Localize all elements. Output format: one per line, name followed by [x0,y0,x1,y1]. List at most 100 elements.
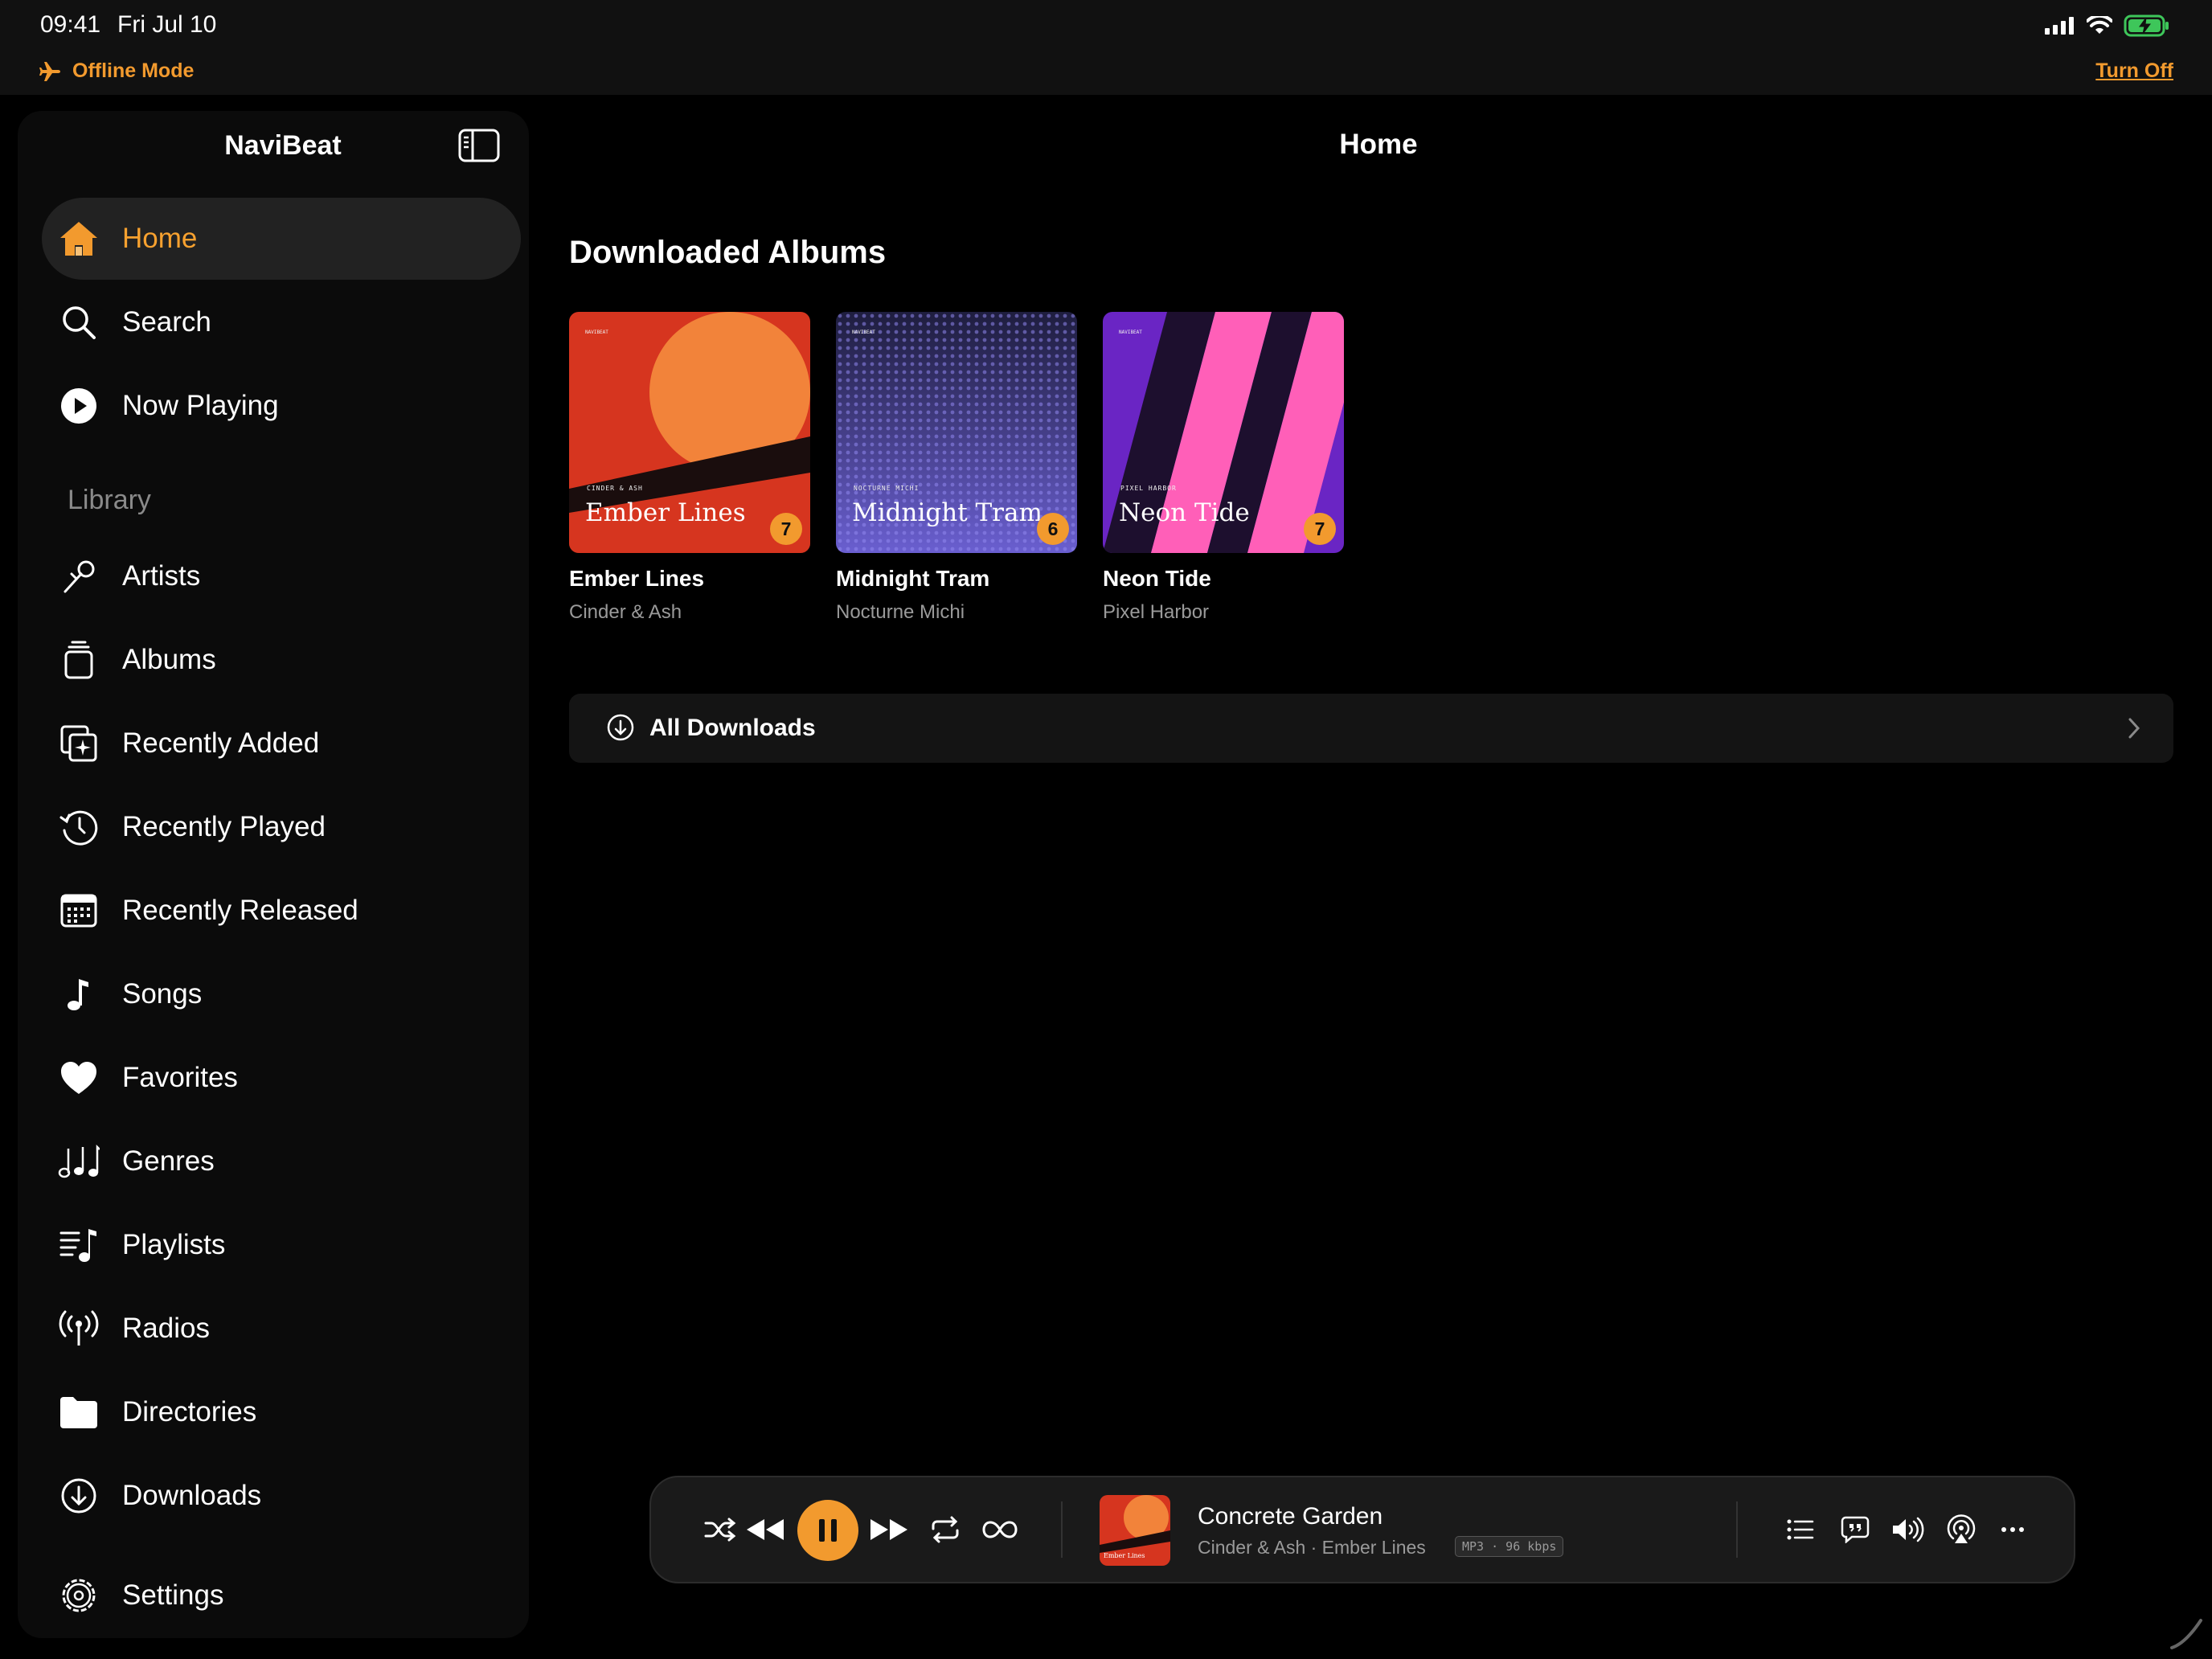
sidebar-item-label: Recently Played [122,811,326,842]
sidebar-toggle-icon[interactable] [458,129,500,162]
pause-icon [819,1519,837,1542]
sidebar-item-label: Directories [122,1396,257,1428]
now-playing-cover[interactable]: Ember Lines [1100,1495,1170,1566]
repeat-icon [932,1516,959,1543]
sidebar-item-label: Recently Released [122,895,358,926]
sidebar-item-downloads[interactable]: Downloads [42,1455,521,1537]
sidebar-item-home[interactable]: Home [42,198,521,280]
sidebar-item-recently-added[interactable]: Recently Added [42,703,521,784]
cover-artist-text: NOCTURNE MICHI [854,485,920,492]
microphone-icon [56,554,101,599]
sidebar-item-playlists[interactable]: Playlists [42,1204,521,1286]
sidebar-item-settings[interactable]: Settings [42,1555,521,1636]
cellular-signal-icon [2045,17,2074,35]
history-clock-icon [56,805,101,850]
album-card-neon-tide[interactable]: NAVIBEAT PIXEL HARBOR Neon Tide 7 Neon T… [1103,312,1344,624]
fast-forward-icon [870,1519,907,1540]
library-heading: Library [68,485,151,515]
play-circle-icon [56,383,101,428]
all-downloads-row[interactable]: All Downloads [569,694,2173,763]
sidebar-item-radios[interactable]: Radios [42,1288,521,1370]
heart-icon [56,1055,101,1100]
album-artist: Nocturne Michi [836,601,965,623]
battery-charging-icon [2124,14,2169,37]
shuffle-button[interactable] [694,1504,746,1555]
volume-button[interactable] [1882,1504,1934,1555]
sparkle-square-icon [56,721,101,766]
sidebar-item-genres[interactable]: Genres [42,1120,521,1202]
album-card-ember-lines[interactable]: NAVIBEAT CINDER & ASH Ember Lines 7 Embe… [569,312,810,624]
airplay-audio-icon [1947,1514,1976,1543]
sidebar-item-artists[interactable]: Artists [42,535,521,617]
cover-artist-text: PIXEL HARBOR [1120,485,1177,492]
cover-title-text: Ember Lines [585,498,746,527]
sidebar-item-label: Artists [122,560,201,592]
folder-icon [56,1390,101,1435]
sidebar-item-label: Genres [122,1145,215,1177]
sidebar-item-label: Downloads [122,1480,262,1511]
album-artist: Cinder & Ash [569,601,682,623]
track-count-badge: 7 [1304,513,1336,545]
next-button[interactable] [863,1504,915,1555]
turn-off-offline-link[interactable]: Turn Off [2095,59,2173,83]
sidebar-item-favorites[interactable]: Favorites [42,1037,521,1119]
album-stack-icon [56,637,101,682]
track-count-badge: 7 [770,513,802,545]
track-subtitle: Cinder & Ash · Ember Lines [1198,1537,1426,1558]
previous-button[interactable] [739,1504,791,1555]
infinite-play-button[interactable] [974,1504,1026,1555]
rewind-icon [747,1519,784,1540]
sidebar-item-recently-played[interactable]: Recently Played [42,786,521,868]
sidebar-item-label: Albums [122,644,216,675]
repeat-button[interactable] [920,1504,971,1555]
sidebar-item-label: Radios [122,1313,210,1344]
sidebar-item-songs[interactable]: Songs [42,953,521,1035]
sidebar-item-directories[interactable]: Directories [42,1371,521,1453]
sidebar-item-label: Songs [122,978,203,1010]
lyrics-button[interactable] [1829,1504,1881,1555]
album-cover: NAVIBEAT NOCTURNE MICHI Midnight Tram 6 [836,312,1077,553]
status-bar: 09:41 Fri Jul 10 Offline Mode Turn Off [0,0,2212,95]
airplay-button[interactable] [1936,1504,1987,1555]
sidebar-item-recently-released[interactable]: Recently Released [42,870,521,952]
status-date: Fri Jul 10 [117,11,217,38]
sidebar-item-label: Search [122,306,211,338]
list-icon [1787,1519,1814,1540]
infinity-icon [982,1521,1018,1538]
sidebar-item-search[interactable]: Search [42,281,521,363]
offline-mode-label: Offline Mode [72,59,195,82]
sidebar-item-label: Settings [122,1579,224,1611]
sidebar-item-label: Favorites [122,1062,238,1093]
pause-button[interactable] [797,1500,858,1561]
cover-brand-mark: NAVIBEAT [1119,330,1142,335]
sidebar-item-albums[interactable]: Albums [42,619,521,701]
airplane-icon [39,61,60,81]
gear-icon [56,1573,101,1618]
queue-button[interactable] [1775,1504,1826,1555]
more-button[interactable] [1987,1504,2038,1555]
ellipsis-icon [2001,1527,2024,1532]
section-title: Downloaded Albums [569,235,887,270]
cover-brand-mark: NAVIBEAT [585,330,608,335]
calendar-icon [56,888,101,933]
player-divider [1061,1501,1063,1558]
download-circle-icon [607,714,634,741]
player-divider [1736,1501,1738,1558]
corner-scroll-indicator-icon [2170,1619,2202,1649]
house-icon [56,216,101,261]
status-time: 09:41 [40,11,101,38]
music-notes-icon [56,1139,101,1184]
page-title: Home [1339,129,1418,160]
album-cover: NAVIBEAT CINDER & ASH Ember Lines 7 [569,312,810,553]
track-title: Concrete Garden [1198,1503,1383,1530]
sidebar-item-now-playing[interactable]: Now Playing [42,365,521,447]
wifi-icon [2087,16,2112,34]
sidebar-item-label: Playlists [122,1229,226,1260]
antenna-icon [56,1306,101,1351]
track-count-badge: 6 [1037,513,1069,545]
album-cover: NAVIBEAT PIXEL HARBOR Neon Tide 7 [1103,312,1344,553]
cover-brand-mark: NAVIBEAT [852,330,875,335]
now-cover-caption: Ember Lines [1104,1552,1145,1559]
sidebar-item-label: Home [122,223,198,254]
album-card-midnight-tram[interactable]: NAVIBEAT NOCTURNE MICHI Midnight Tram 6 … [836,312,1077,624]
